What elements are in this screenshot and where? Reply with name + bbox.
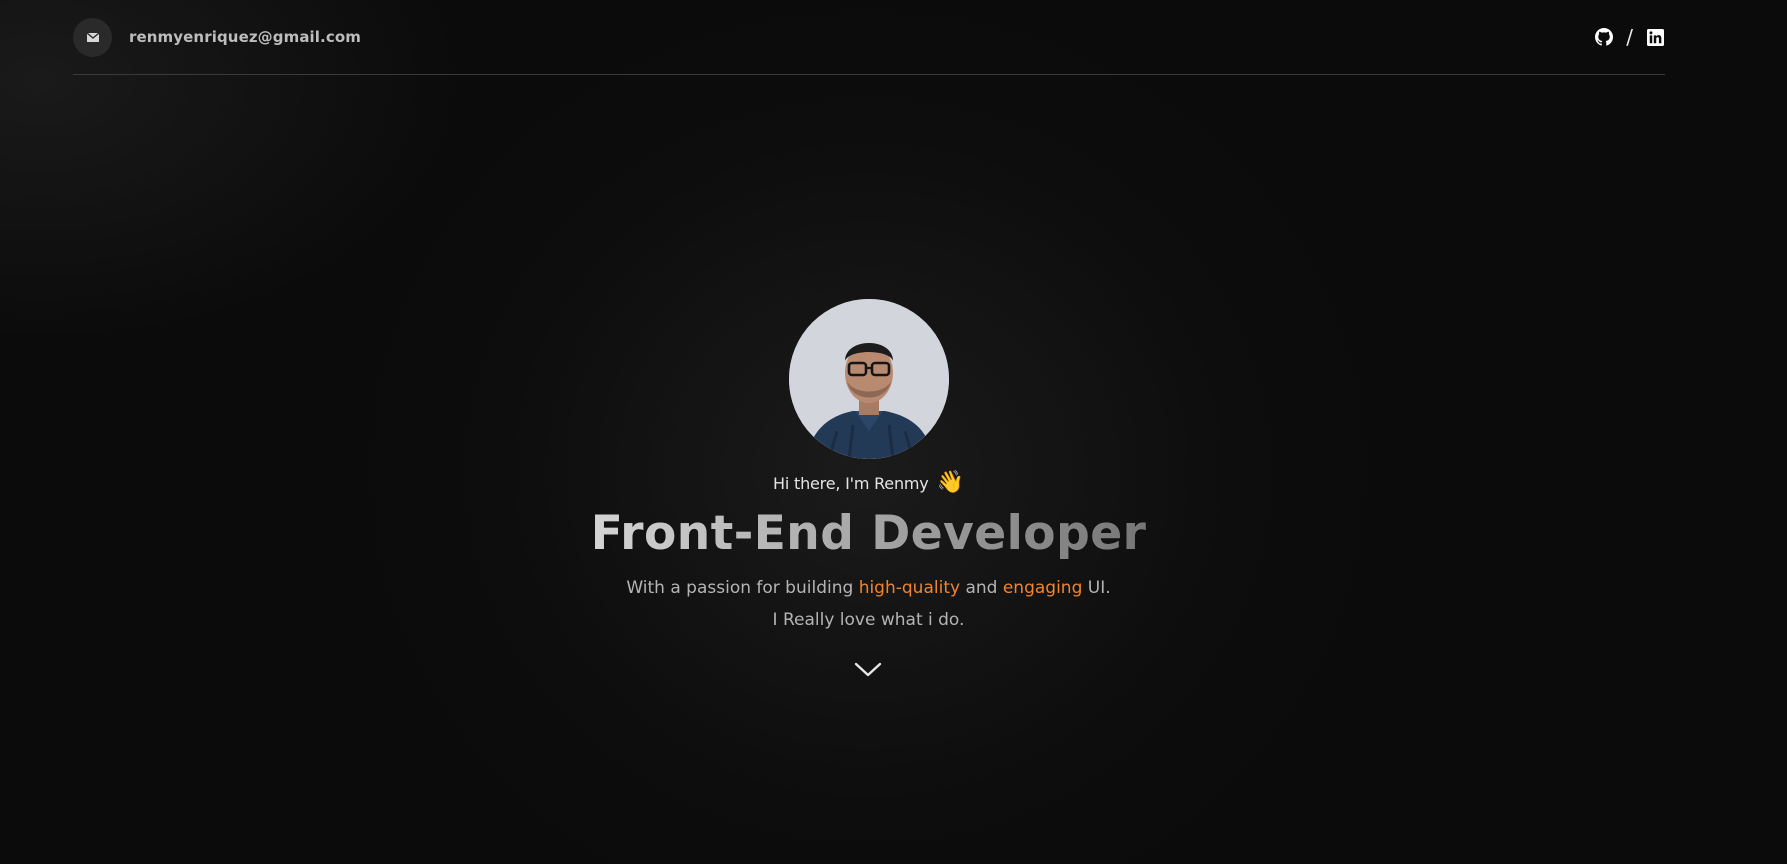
greeting-text: Hi there, I'm Renmy: [773, 473, 929, 493]
separator: /: [1626, 25, 1633, 49]
github-icon[interactable]: [1594, 28, 1613, 47]
page-title: Front-End Developer: [0, 506, 1737, 561]
tagline-accent-quality: high-quality: [858, 578, 961, 598]
social-links: /: [1594, 25, 1665, 49]
tagline-accent-engaging: engaging: [1002, 578, 1083, 598]
page-title-text: Front-End Developer: [590, 506, 1147, 561]
subline: I Really love what i do.: [772, 610, 965, 630]
top-bar: renmyenriquez@gmail.com /: [73, 0, 1665, 75]
greeting: Hi there, I'm Renmy 👋: [0, 472, 1737, 494]
chevron-down-icon[interactable]: [853, 660, 883, 680]
profile-photo: [789, 299, 949, 459]
waving-hand-icon: 👋: [936, 470, 964, 495]
tagline-suffix: UI.: [1082, 578, 1111, 598]
email-address: renmyenriquez@gmail.com: [129, 28, 361, 46]
mail-icon: [73, 17, 112, 57]
page: renmyenriquez@gmail.com / Hi there, I'm …: [0, 0, 1787, 864]
email-link[interactable]: renmyenriquez@gmail.com: [73, 17, 361, 57]
tagline-prefix: With a passion for building: [626, 578, 859, 598]
tagline: With a passion for building high-quality…: [0, 578, 1737, 598]
tagline-middle: and: [960, 578, 1003, 598]
linkedin-icon[interactable]: [1646, 28, 1665, 47]
